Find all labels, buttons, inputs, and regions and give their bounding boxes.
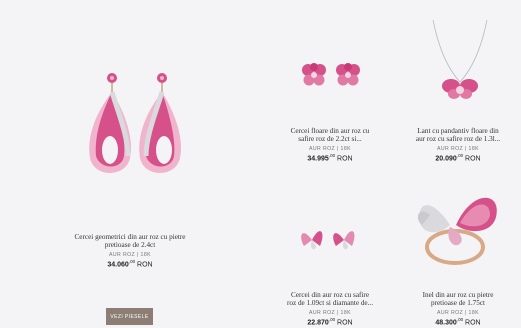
butterfly-stud-earrings-image[interactable] xyxy=(298,220,360,256)
product-title: Cercei geometrici din aur roz cu pietre p… xyxy=(74,233,186,250)
product-price: 34.995,00 RON xyxy=(307,152,353,163)
orchid-pendant-necklace-image[interactable] xyxy=(425,19,495,100)
flower-stud-earrings-image[interactable] xyxy=(298,60,368,90)
product-material: AUR ROZ | 18K xyxy=(436,145,479,152)
product-card-3[interactable]: Lant cu pandantiv floare din aur roz cu s… xyxy=(398,127,518,162)
product-title: Cercei din aur roz cu safire roz de 1.09c… xyxy=(286,291,374,308)
drop-earrings-image[interactable] xyxy=(80,70,190,190)
product-card-1[interactable]: Cercei geometrici din aur roz cu pietre p… xyxy=(60,233,200,268)
product-price: 34.060,00 RON xyxy=(107,258,153,269)
butterfly-ring-image[interactable] xyxy=(410,185,510,270)
product-title: Lant cu pandantiv floare din aur roz cu s… xyxy=(415,127,501,144)
product-card-5[interactable]: Inel din aur roz cu pietre pretioase de 1… xyxy=(398,291,518,326)
product-price: 48.300,00 RON xyxy=(435,316,481,327)
product-title: Cercei floare din aur roz cu safire roz d… xyxy=(290,127,370,144)
product-card-2[interactable]: Cercei floare din aur roz cu safire roz d… xyxy=(270,127,390,162)
product-price: 20.090,00 RON xyxy=(435,152,481,163)
product-title: Inel din aur roz cu pietre pretioase de 1… xyxy=(422,291,494,308)
product-card-4[interactable]: Cercei din aur roz cu safire roz de 1.09c… xyxy=(270,291,390,326)
product-material: AUR ROZ | 18K xyxy=(108,251,151,258)
product-material: AUR ROZ | 18K xyxy=(308,145,351,152)
product-material: AUR ROZ | 18K xyxy=(436,309,479,316)
view-pieces-button[interactable]: VEZI PIESELE xyxy=(106,308,153,325)
product-price: 22.870,00 RON xyxy=(307,316,353,327)
product-material: AUR ROZ | 18K xyxy=(308,309,351,316)
